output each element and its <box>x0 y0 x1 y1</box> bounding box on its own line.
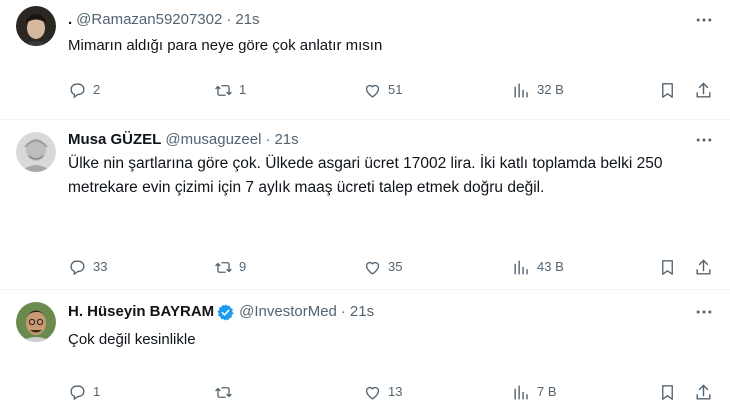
reply-count: 1 <box>93 384 101 399</box>
share-icon <box>696 384 711 400</box>
reply-icon <box>70 384 85 400</box>
views-count: 43 B <box>537 259 564 274</box>
tweet-header: Musa GÜZEL @musaguzeel · 21s <box>68 130 714 150</box>
retweet-icon <box>215 386 232 398</box>
views-button[interactable]: 43 B <box>512 257 564 277</box>
views-button[interactable]: 7 B <box>512 382 557 402</box>
tweet-header: . @Ramazan59207302 · 21s <box>68 10 714 30</box>
avatar[interactable] <box>16 6 56 46</box>
views-count: 7 B <box>537 384 557 399</box>
share-button[interactable] <box>694 80 713 100</box>
reply-count: 2 <box>93 82 101 97</box>
timestamp[interactable]: 21s <box>350 302 374 322</box>
bookmark-button[interactable] <box>658 257 677 277</box>
reply-count: 33 <box>93 259 108 274</box>
reply-button[interactable]: 33 <box>68 257 107 277</box>
retweet-icon <box>215 84 232 96</box>
handle[interactable]: @InvestorMed <box>239 302 337 322</box>
heart-icon <box>365 386 380 400</box>
display-name[interactable]: . <box>68 10 72 30</box>
heart-icon <box>365 84 380 98</box>
retweet-icon <box>215 261 232 273</box>
share-button[interactable] <box>694 257 713 277</box>
display-name[interactable]: H. Hüseyin BAYRAM <box>68 302 214 322</box>
retweet-count: 1 <box>239 82 247 97</box>
bookmark-icon <box>662 384 673 400</box>
retweet-button[interactable]: 9 <box>214 257 246 277</box>
retweet-button[interactable]: 1 <box>214 80 246 100</box>
like-count: 51 <box>388 82 403 97</box>
display-name[interactable]: Musa GÜZEL <box>68 130 161 150</box>
views-icon <box>514 259 528 275</box>
timestamp[interactable]: 21s <box>235 10 259 30</box>
tweet-header: H. Hüseyin BAYRAM @InvestorMed · 21s <box>68 302 714 322</box>
handle[interactable]: @musaguzeel <box>165 130 261 150</box>
views-button[interactable]: 32 B <box>512 80 564 100</box>
tweet-2[interactable]: Musa GÜZEL @musaguzeel · 21s Ülke nin şa… <box>0 120 730 290</box>
like-button[interactable]: 35 <box>363 257 402 277</box>
views-count: 32 B <box>537 82 564 97</box>
bookmark-icon <box>662 82 673 98</box>
share-icon <box>696 82 711 98</box>
like-count: 13 <box>388 384 403 399</box>
views-icon <box>514 82 528 98</box>
bookmark-button[interactable] <box>658 382 677 402</box>
views-icon <box>514 384 528 400</box>
more-icon[interactable] <box>694 10 714 30</box>
share-button[interactable] <box>694 382 713 402</box>
reply-icon <box>70 82 85 98</box>
more-icon[interactable] <box>694 302 714 322</box>
verified-badge-icon <box>216 303 235 322</box>
avatar[interactable] <box>16 132 56 172</box>
like-count: 35 <box>388 259 403 274</box>
bookmark-icon <box>662 259 673 275</box>
reply-button[interactable]: 2 <box>68 80 100 100</box>
more-icon[interactable] <box>694 130 714 150</box>
retweet-count: 9 <box>239 259 247 274</box>
reply-button[interactable]: 1 <box>68 382 100 402</box>
tweet-text: Çok değil kesinlikle <box>68 331 196 348</box>
timestamp[interactable]: 21s <box>274 130 298 150</box>
separator: · <box>340 303 346 320</box>
like-button[interactable]: 51 <box>363 80 402 100</box>
share-icon <box>696 259 711 275</box>
avatar[interactable] <box>16 302 56 342</box>
tweet-text: Ülke nin şartlarına göre çok. Ülkede asg… <box>68 155 663 196</box>
handle[interactable]: @Ramazan59207302 <box>76 10 222 30</box>
tweet-1[interactable]: . @Ramazan59207302 · 21s Mimarın aldığı … <box>0 0 730 120</box>
separator: · <box>226 11 232 28</box>
bookmark-button[interactable] <box>658 80 677 100</box>
reply-icon <box>70 259 85 275</box>
retweet-button[interactable] <box>214 382 239 402</box>
tweet-3[interactable]: H. Hüseyin BAYRAM @InvestorMed · 21s Çok… <box>0 290 730 420</box>
heart-icon <box>365 261 380 275</box>
separator: · <box>265 131 271 148</box>
like-button[interactable]: 13 <box>363 382 402 402</box>
tweet-text: Mimarın aldığı para neye göre çok anlatı… <box>68 37 383 54</box>
